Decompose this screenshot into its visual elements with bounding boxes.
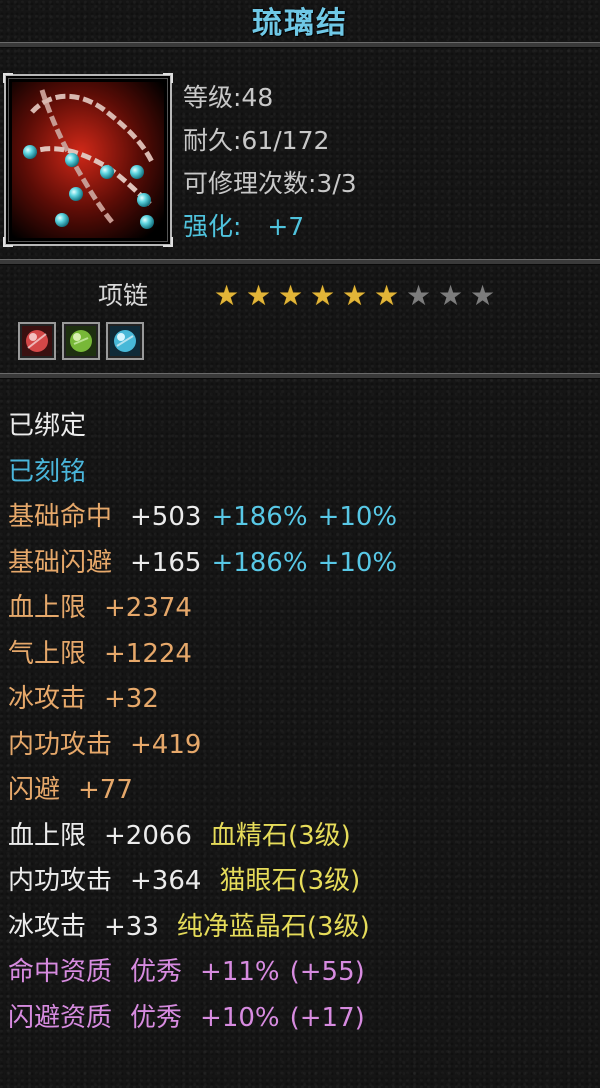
attr-name: 冰攻击 bbox=[8, 911, 87, 942]
attr-value: +364 bbox=[130, 866, 202, 896]
section-divider bbox=[0, 373, 600, 379]
star-empty-icon: ★ bbox=[437, 279, 464, 312]
attr-name: 内功攻击 bbox=[8, 866, 113, 896]
base-attr-row: 基础命中 +503 +186% +10% bbox=[8, 495, 397, 541]
attr-name: 冰攻击 bbox=[8, 684, 87, 714]
aptitude-value: +11% bbox=[200, 957, 280, 987]
attribute-list: 已绑定 已刻铭 基础命中 +503 +186% +10% 基础闪避 +165 +186% +… bbox=[8, 404, 397, 1041]
attr-value: +2066 bbox=[104, 820, 192, 851]
gem-slot-1[interactable] bbox=[18, 322, 56, 360]
star-filled-icon: ★ bbox=[373, 279, 400, 312]
engraved-status: 已刻铭 bbox=[8, 456, 87, 487]
aptitude-grade: 优秀 bbox=[130, 1002, 183, 1033]
attr-pct: +10% bbox=[317, 502, 398, 532]
red-gem-icon bbox=[22, 326, 52, 356]
star-filled-icon: ★ bbox=[309, 279, 336, 312]
attr-value: +419 bbox=[130, 729, 202, 760]
frame-corner bbox=[163, 237, 173, 247]
section-divider bbox=[0, 259, 600, 265]
gem-attr-row: 冰攻击 +33 纯净蓝晶石(3级) bbox=[8, 905, 397, 951]
gem-name: 血精石(3级) bbox=[209, 820, 351, 851]
aptitude-row: 闪避资质 优秀 +10% (+17) bbox=[8, 996, 397, 1042]
durability-label: 耐久:61/172 bbox=[183, 126, 330, 155]
chain-necklace-icon bbox=[12, 82, 164, 238]
item-tooltip: 琉璃结 等级:48 耐久:61/172 可修理次数:3/3 强化: +7 项链 … bbox=[0, 0, 600, 1088]
gem-name: 纯净蓝晶石(3级) bbox=[176, 911, 370, 942]
attr-value: +33 bbox=[104, 911, 159, 942]
item-type: 项链 bbox=[98, 281, 149, 310]
frame-corner bbox=[3, 237, 13, 247]
bonus-attr-row: 内功攻击 +419 bbox=[8, 723, 397, 769]
base-attr-row: 基础闪避 +165 +186% +10% bbox=[8, 541, 397, 587]
aptitude-extra: (+55) bbox=[289, 957, 365, 987]
attr-value: +165 bbox=[130, 547, 202, 578]
gem-slots bbox=[18, 322, 144, 360]
bonus-attr-row: 气上限 +1224 bbox=[8, 632, 397, 678]
bound-status: 已绑定 bbox=[8, 411, 87, 441]
item-icon-frame[interactable] bbox=[3, 73, 173, 247]
attr-name: 血上限 bbox=[8, 820, 87, 851]
gem-attr-row: 血上限 +2066 血精石(3级) bbox=[8, 814, 397, 860]
enhance-row: 强化: +7 bbox=[183, 205, 357, 248]
star-filled-icon: ★ bbox=[213, 279, 240, 312]
gem-name: 猫眼石(3级) bbox=[219, 866, 361, 896]
attr-name: 气上限 bbox=[8, 638, 87, 669]
title-divider bbox=[0, 42, 600, 48]
aptitude-value: +10% bbox=[200, 1002, 280, 1033]
item-stats: 等级:48 耐久:61/172 可修理次数:3/3 强化: +7 bbox=[183, 76, 357, 248]
attr-pct: +10% bbox=[317, 547, 398, 578]
attr-name: 基础命中 bbox=[8, 502, 113, 532]
attr-name: 内功攻击 bbox=[8, 729, 113, 760]
attr-value: +32 bbox=[104, 684, 159, 714]
bonus-attr-row: 闪避 +77 bbox=[8, 768, 397, 814]
level-label: 等级:48 bbox=[183, 83, 274, 112]
attr-name: 血上限 bbox=[8, 593, 87, 623]
star-filled-icon: ★ bbox=[277, 279, 304, 312]
aptitude-grade: 优秀 bbox=[130, 957, 183, 987]
gem-slot-3[interactable] bbox=[106, 322, 144, 360]
aptitude-extra: (+17) bbox=[289, 1002, 365, 1033]
repair-count-label: 可修理次数:3/3 bbox=[183, 169, 357, 198]
attr-value: +2374 bbox=[104, 593, 192, 623]
attr-name: 基础闪避 bbox=[8, 547, 113, 578]
aptitude-name: 命中资质 bbox=[8, 957, 113, 987]
bonus-attr-row: 冰攻击 +32 bbox=[8, 677, 397, 723]
item-name: 琉璃结 bbox=[252, 6, 348, 41]
aptitude-name: 闪避资质 bbox=[8, 1002, 113, 1033]
attr-value: +503 bbox=[130, 502, 202, 532]
frame-corner bbox=[163, 73, 173, 83]
attr-name: 闪避 bbox=[8, 775, 61, 805]
green-gem-icon bbox=[66, 326, 96, 356]
aptitude-row: 命中资质 优秀 +11% (+55) bbox=[8, 950, 397, 996]
attr-pct: +186% bbox=[211, 502, 308, 532]
star-empty-icon: ★ bbox=[469, 279, 496, 312]
blue-gem-icon bbox=[110, 326, 140, 356]
attr-pct: +186% bbox=[211, 547, 308, 578]
star-filled-icon: ★ bbox=[245, 279, 272, 312]
star-rating: ★ ★ ★ ★ ★ ★ ★ ★ ★ bbox=[212, 281, 497, 310]
star-filled-icon: ★ bbox=[341, 279, 368, 312]
attr-value: +77 bbox=[78, 775, 133, 805]
star-empty-icon: ★ bbox=[405, 279, 432, 312]
bonus-attr-row: 血上限 +2374 bbox=[8, 586, 397, 632]
enhance-label: 强化: bbox=[183, 212, 242, 241]
gem-attr-row: 内功攻击 +364 猫眼石(3级) bbox=[8, 859, 397, 905]
attr-value: +1224 bbox=[104, 638, 192, 669]
enhance-value: +7 bbox=[267, 212, 305, 241]
gem-slot-2[interactable] bbox=[62, 322, 100, 360]
